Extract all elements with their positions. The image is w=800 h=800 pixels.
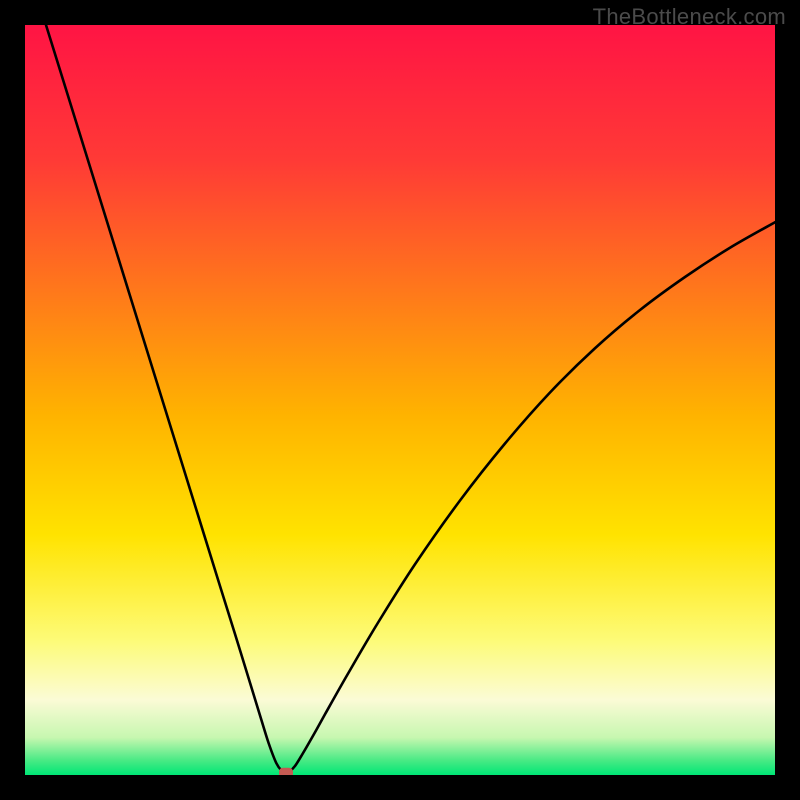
marker-dot [279, 768, 293, 775]
plot-area [25, 25, 775, 775]
gradient-background [25, 25, 775, 775]
chart-svg [25, 25, 775, 775]
watermark-text: TheBottleneck.com [593, 4, 786, 30]
chart-frame: TheBottleneck.com [0, 0, 800, 800]
